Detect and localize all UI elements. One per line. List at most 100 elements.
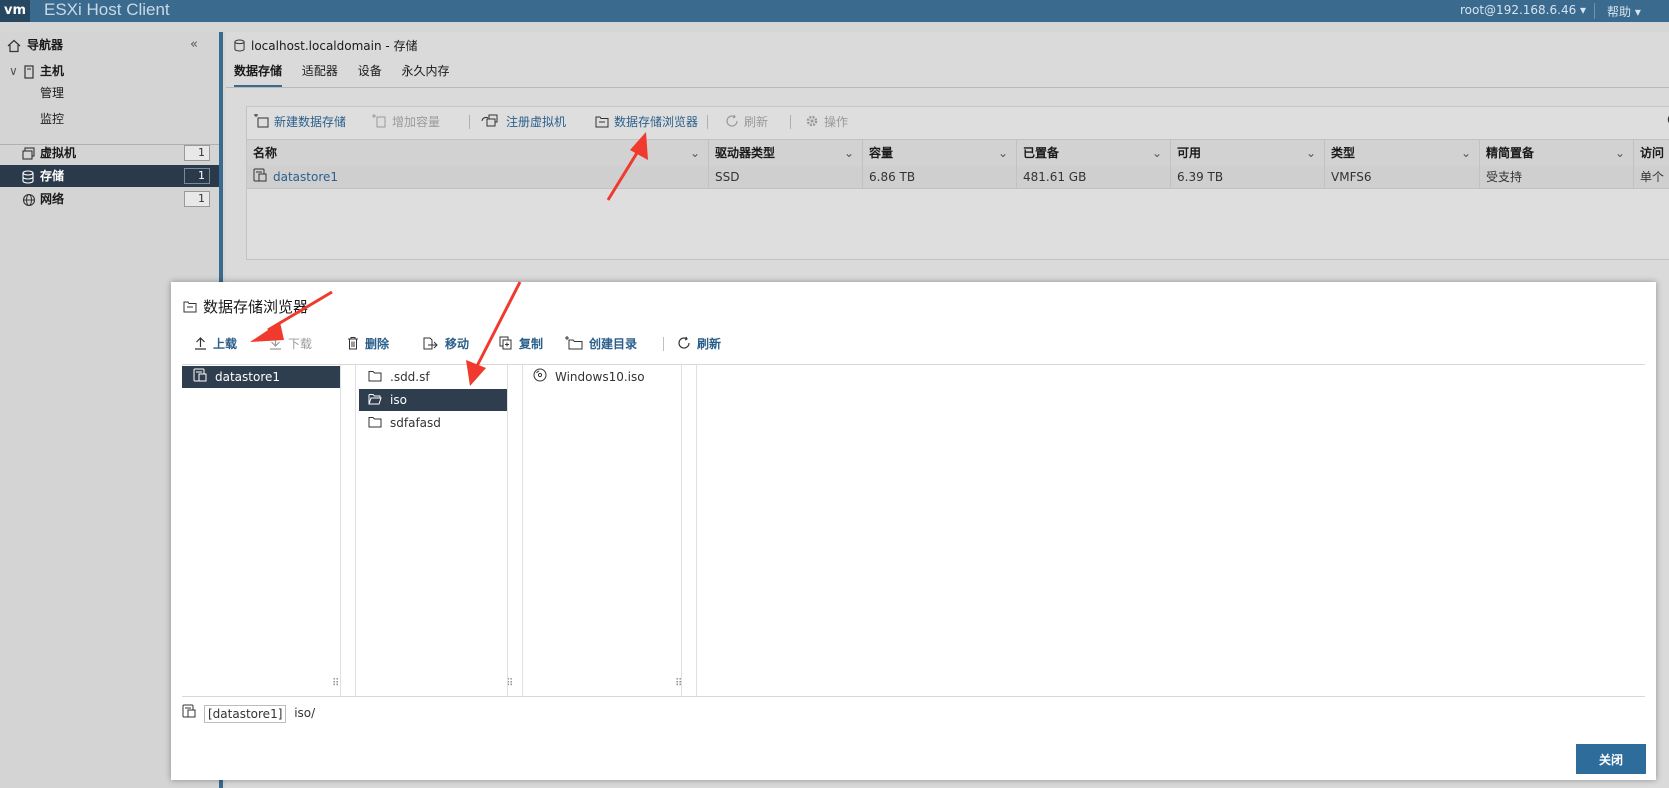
folder-icon [368, 413, 382, 435]
column-divider [507, 365, 508, 696]
chevron-down-icon[interactable]: ⌄ [690, 140, 700, 166]
dialog-refresh-button[interactable]: 刷新 [677, 335, 721, 353]
sidebar-item-label: 网络 [40, 192, 65, 206]
list-item-label: sdfafasd [390, 416, 441, 430]
new-datastore-icon [253, 113, 269, 131]
folder-database-icon [183, 299, 197, 317]
sidebar-item-monitor[interactable]: 监控 [0, 108, 219, 130]
list-item-windows10-iso[interactable]: Windows10.iso [523, 366, 673, 388]
refresh-button[interactable]: 刷新 [725, 113, 768, 131]
provisioned-cell: 481.61 GB [1017, 166, 1171, 188]
download-label: 下载 [288, 337, 313, 351]
sidebar-item-label: 虚拟机 [40, 146, 77, 160]
datastore-browser-dialog: 数据存储浏览器 上载 下载 删除 移动 复制 创建目录 刷新 datastore… [171, 282, 1656, 780]
refresh-icon [677, 336, 691, 353]
column-header-free[interactable]: 可用 ⌄ [1171, 140, 1325, 166]
count-badge: 1 [184, 145, 210, 161]
increase-capacity-button[interactable]: 增加容量 [371, 113, 440, 131]
sidebar-item-label: 监控 [40, 112, 65, 126]
folder-column: .sdd.sf iso sdfafasd ⠿ [356, 365, 513, 696]
column-header-label: 驱动器类型 [715, 146, 776, 160]
app-title: ESXi Host Client [44, 0, 170, 19]
free-cell: 6.39 TB [1171, 166, 1325, 188]
datastore-icon [182, 703, 196, 725]
chevron-down-icon[interactable]: ∨ [9, 60, 18, 82]
sidebar-item-vms[interactable]: 虚拟机 1 [0, 142, 219, 164]
list-item-sdd-sf[interactable]: .sdd.sf [356, 366, 507, 388]
file-browser: datastore1 ⠿ .sdd.sf iso sdfafasd ⠿ Wind… [182, 364, 1645, 697]
chevron-down-icon[interactable]: ⌄ [1152, 140, 1162, 166]
sidebar-item-label: 主机 [40, 64, 65, 78]
upload-button[interactable]: 上载 [194, 335, 237, 353]
sidebar-item-network[interactable]: 网络 1 [0, 188, 219, 210]
chevron-down-icon[interactable]: ⌄ [1615, 140, 1625, 166]
chevron-down-icon[interactable]: ⌄ [1306, 140, 1316, 166]
column-header-type[interactable]: 类型 ⌄ [1325, 140, 1480, 166]
move-label: 移动 [445, 337, 470, 351]
register-vm-button[interactable]: 注册虚拟机 [481, 113, 566, 131]
path-datastore-tag: [datastore1] [204, 704, 287, 723]
trash-icon [347, 336, 359, 353]
list-item-iso[interactable]: iso [359, 389, 507, 411]
column-header-thin-provisioning[interactable]: 精简置备 ⌄ [1480, 140, 1634, 166]
column-divider [696, 365, 697, 696]
thin-provisioning-cell: 受支持 [1480, 166, 1634, 188]
sidebar-item-manage[interactable]: 管理 [0, 82, 219, 104]
path-text: iso/ [294, 706, 316, 720]
actions-button[interactable]: 操作 [805, 113, 848, 131]
top-bar: vm ESXi Host Client root@192.168.6.46 ▾ … [0, 0, 1669, 22]
datastore-browser-label: 数据存储浏览器 [614, 115, 699, 129]
move-button[interactable]: 移动 [423, 335, 469, 353]
sidebar-item-host[interactable]: ∨ 主机 [0, 60, 219, 82]
new-folder-icon [565, 336, 583, 353]
database-icon [234, 38, 245, 55]
list-item-datastore1[interactable]: datastore1 [182, 366, 340, 388]
home-icon [7, 38, 21, 60]
chevron-down-icon[interactable]: ⌄ [1461, 140, 1471, 166]
column-header-provisioned[interactable]: 已置备 ⌄ [1017, 140, 1171, 166]
tab-persistent-memory[interactable]: 永久内存 [402, 62, 450, 85]
copy-button[interactable]: 复制 [499, 335, 543, 353]
user-menu[interactable]: root@192.168.6.46 ▾ [1460, 3, 1586, 17]
column-resize-handle[interactable]: ⠿ [332, 678, 339, 689]
access-cell: 单个 [1640, 170, 1665, 184]
new-datastore-button[interactable]: 新建数据存储 [253, 113, 346, 131]
delete-label: 删除 [365, 337, 390, 351]
datastore-name-cell[interactable]: datastore1 [247, 166, 709, 188]
folder-icon [368, 367, 382, 389]
register-vm-icon [481, 114, 501, 131]
datastore-name-link[interactable]: datastore1 [273, 170, 338, 184]
tab-devices[interactable]: 设备 [358, 62, 382, 85]
column-header-access[interactable]: 访问 [1634, 140, 1669, 166]
download-button[interactable]: 下载 [269, 335, 312, 353]
datastore-icon [253, 167, 267, 189]
chevron-down-icon[interactable]: ⌄ [998, 140, 1008, 166]
column-header-label: 精简置备 [1486, 146, 1535, 160]
chevron-down-icon[interactable]: ⌄ [844, 140, 854, 166]
create-directory-button[interactable]: 创建目录 [565, 335, 637, 353]
toolbar-divider [469, 115, 470, 129]
close-button[interactable]: 关闭 [1576, 744, 1646, 774]
column-header-capacity[interactable]: 容量 ⌄ [863, 140, 1017, 166]
delete-button[interactable]: 删除 [347, 335, 389, 353]
sidebar-item-storage[interactable]: 存储 1 [0, 165, 219, 187]
page-title: localhost.localdomain - 存储 [234, 37, 418, 55]
globe-icon [22, 192, 36, 214]
path-bar: [datastore1] iso/ [182, 702, 315, 724]
column-header-name[interactable]: 名称 ⌄ [247, 140, 709, 166]
list-item-label: datastore1 [215, 370, 281, 384]
column-header-drive-type[interactable]: 驱动器类型 ⌄ [709, 140, 863, 166]
datastore-browser-button[interactable]: 数据存储浏览器 [595, 113, 698, 131]
tab-adapters[interactable]: 适配器 [302, 62, 338, 85]
help-menu[interactable]: 帮助 ▾ [1607, 3, 1641, 20]
tab-datastores[interactable]: 数据存储 [234, 62, 283, 88]
increase-capacity-icon [371, 114, 387, 131]
collapse-icon[interactable]: « [190, 34, 198, 56]
table-row[interactable]: datastore1 SSD 6.86 TB 481.61 GB 6.39 TB… [247, 166, 1669, 189]
list-item-sdfafasd[interactable]: sdfafasd [356, 412, 507, 434]
file-column: Windows10.iso ⠿ [523, 365, 682, 696]
move-icon [423, 336, 439, 353]
column-divider [340, 365, 341, 696]
copy-icon [499, 336, 513, 353]
datastore-icon [193, 367, 207, 389]
